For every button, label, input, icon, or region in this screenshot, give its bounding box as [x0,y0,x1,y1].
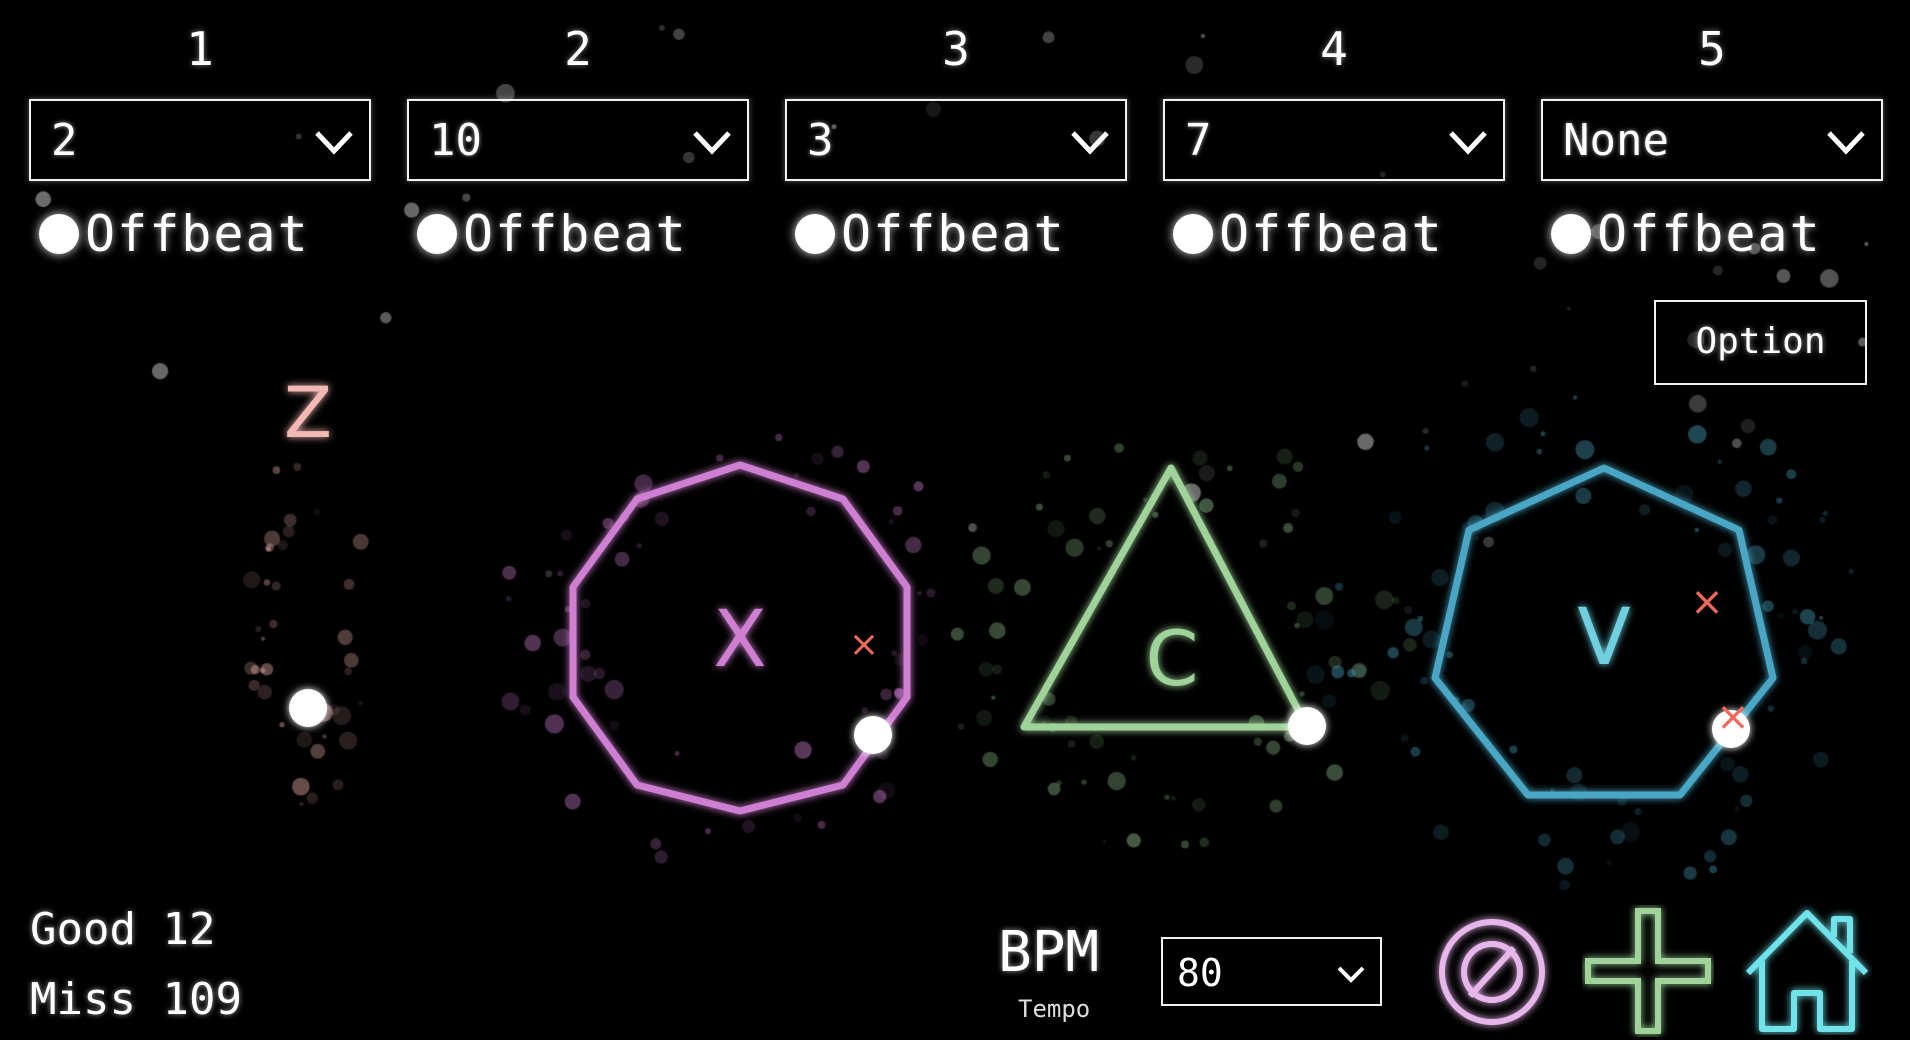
clear-circle-icon[interactable] [1432,912,1552,1032]
pad-v-label: V [1577,593,1630,683]
miss-value: 109 [162,974,242,1025]
miss-mark-icon: × [1716,694,1750,740]
miss-count: Miss 109 [30,974,242,1025]
miss-mark-icon: × [849,624,879,665]
pad-x[interactable]: X × [569,461,911,815]
pad-z-beat-marker [289,689,327,727]
good-count: Good 12 [30,904,215,955]
rhythm-pads: Z X × C V × × [284,372,1777,815]
miss-mark-icon: × [1690,579,1724,625]
pad-z-label: Z [284,372,332,454]
bpm-value: 80 [1177,951,1223,995]
home-icon[interactable] [1742,905,1872,1035]
pad-c-label: C [1145,614,1198,703]
pad-c-beat-marker [1288,707,1326,745]
plus-icon[interactable] [1582,905,1714,1037]
tempo-label: Tempo [1018,995,1091,1023]
bpm-select[interactable]: 80 [1161,937,1382,1006]
good-label: Good [30,904,136,955]
pad-x-label: X [713,595,766,685]
pad-c[interactable]: C [1020,464,1326,745]
chevron-down-icon [1337,966,1365,983]
pad-z[interactable]: Z [284,372,332,812]
pad-x-beat-marker [854,716,892,754]
miss-label: Miss [30,974,136,1025]
bpm-label: BPM [998,920,1100,985]
pad-v[interactable]: V × × [1431,464,1777,799]
good-value: 12 [162,904,216,955]
